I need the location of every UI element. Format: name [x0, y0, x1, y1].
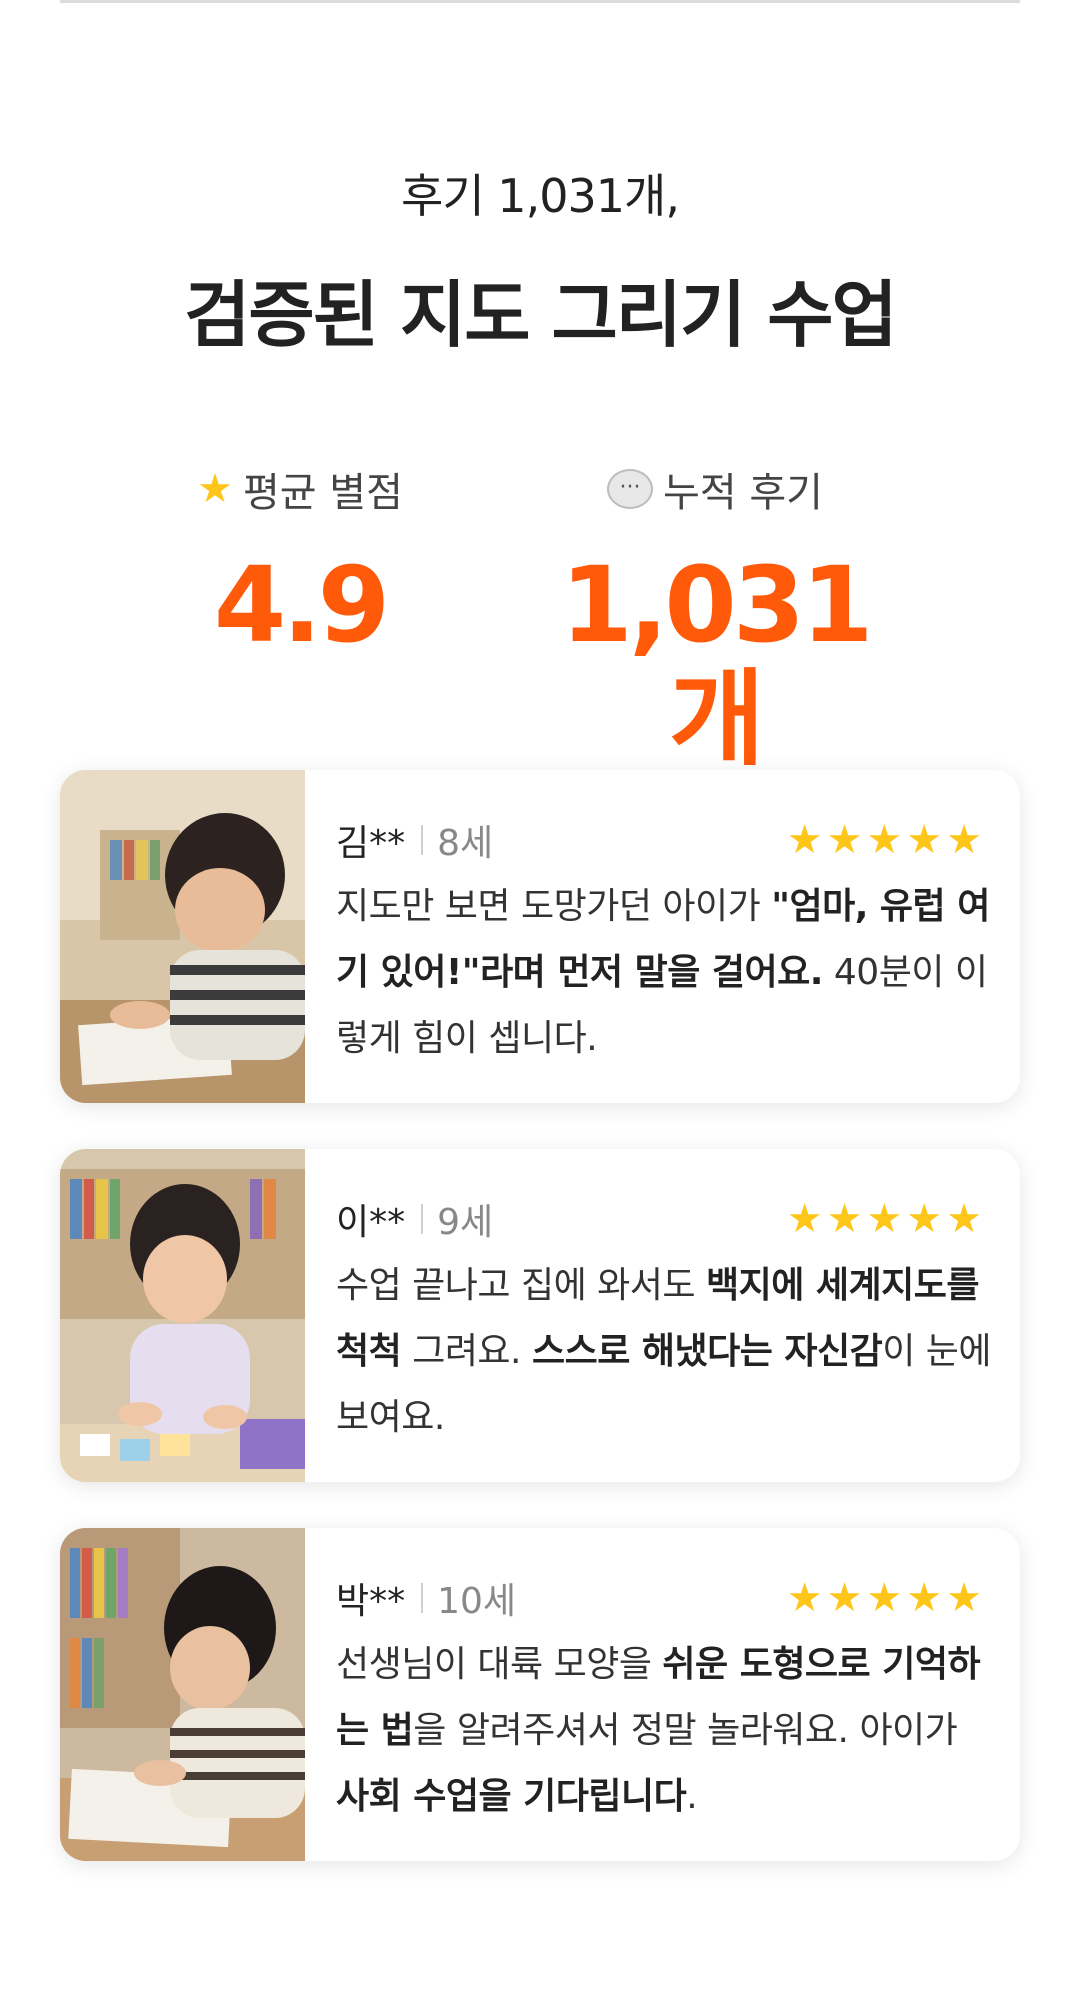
star-icon: ★	[866, 817, 903, 863]
star-icon: ★	[866, 1196, 903, 1242]
average-rating-value: 4.9	[213, 544, 390, 666]
separator	[421, 1204, 424, 1234]
review-text: 지도만 보면 도망가던 아이가 "엄마, 유럽 여기 있어!"라며 먼저 말을 …	[336, 874, 994, 1072]
top-divider	[60, 0, 1020, 3]
reviewer-name: 이**	[336, 1202, 406, 1243]
review-text-highlight: 사회 수업을 기다립니다	[336, 1776, 687, 1817]
average-rating-label: 평균 별점	[242, 470, 403, 516]
review-body: 박** 10세 ★ ★ ★ ★ ★ 선생님이 대륙 모양을 쉬운 도형으로 기억하는 법…	[336, 1572, 994, 1830]
star-icon: ★	[786, 1196, 823, 1242]
star-icon: ★	[946, 1575, 982, 1621]
review-header: 박** 10세 ★ ★ ★ ★ ★	[336, 1572, 994, 1624]
review-card: 이** 9세 ★ ★ ★ ★ ★ 수업 끝나고 집에 와서도 백지에 세계지도를 척척 …	[60, 1149, 1020, 1482]
review-text: 선생님이 대륙 모양을 쉬운 도형으로 기억하는 법을 알려주셔서 정말 놀라워…	[336, 1632, 994, 1830]
review-text-segment: .	[686, 1776, 698, 1817]
review-text-segment: 지도만 보면 도망가던 아이가	[336, 886, 772, 927]
review-text: 수업 끝나고 집에 와서도 백지에 세계지도를 척척 그려요. 스스로 해냈다는…	[336, 1253, 994, 1451]
review-header: 이** 9세 ★ ★ ★ ★ ★	[336, 1193, 994, 1245]
separator	[421, 825, 424, 855]
hero-section: 후기 1,031개, 검증된 지도 그리기 수업	[0, 160, 1080, 361]
reviewer-age: 8세	[437, 823, 494, 864]
total-reviews-label-row: ··· 누적 후기	[520, 460, 910, 518]
review-text-segment: 선생님이 대륙 모양을	[336, 1644, 663, 1685]
reviewer-age: 9세	[437, 1202, 494, 1243]
star-icon: ★	[826, 1196, 863, 1242]
separator	[421, 1583, 424, 1613]
speech-bubble-icon: ···	[607, 469, 654, 509]
review-body: 김** 8세 ★ ★ ★ ★ ★ 지도만 보면 도망가던 아이가 "엄마, 유럽 여기 …	[336, 814, 994, 1072]
star-icon: ★	[906, 1575, 943, 1621]
star-rating: ★ ★ ★ ★ ★	[787, 1578, 982, 1618]
reviewer-age: 10세	[437, 1581, 517, 1622]
star-icon: ★	[906, 1196, 943, 1242]
reviewer-name: 박**	[336, 1581, 406, 1622]
review-text-segment: 그려요.	[401, 1331, 532, 1372]
review-body: 이** 9세 ★ ★ ★ ★ ★ 수업 끝나고 집에 와서도 백지에 세계지도를 척척 …	[336, 1193, 994, 1451]
star-icon: ★	[866, 1575, 903, 1621]
star-rating: ★ ★ ★ ★ ★	[787, 1199, 982, 1239]
review-card: 김** 8세 ★ ★ ★ ★ ★ 지도만 보면 도망가던 아이가 "엄마, 유럽 여기 …	[60, 770, 1020, 1103]
star-icon: ★	[786, 817, 823, 863]
star-icon: ★	[197, 466, 233, 512]
total-reviews-label: 누적 후기	[663, 470, 823, 516]
average-rating-label-row: ★ 평균 별점	[170, 460, 430, 518]
total-reviews-stat: ··· 누적 후기 1,031개	[520, 460, 910, 777]
review-text-highlight: 스스로 해냈다는 자신감	[531, 1331, 883, 1372]
total-reviews-value: 1,031개	[560, 544, 874, 781]
star-icon: ★	[826, 817, 863, 863]
hero-subtitle: 후기 1,031개,	[401, 169, 680, 223]
star-icon: ★	[946, 817, 982, 863]
review-card: 박** 10세 ★ ★ ★ ★ ★ 선생님이 대륙 모양을 쉬운 도형으로 기억하는 법…	[60, 1528, 1020, 1861]
star-rating: ★ ★ ★ ★ ★	[787, 820, 982, 860]
star-icon: ★	[906, 817, 943, 863]
review-header: 김** 8세 ★ ★ ★ ★ ★	[336, 814, 994, 866]
review-photo-girl-puzzle	[60, 1149, 305, 1482]
reviewer-name: 김**	[336, 823, 406, 864]
review-photo-girl-writing	[60, 1528, 305, 1861]
hero-title: 검증된 지도 그리기 수업	[184, 273, 898, 357]
star-icon: ★	[826, 1575, 863, 1621]
review-text-segment: 수업 끝나고 집에 와서도	[336, 1265, 706, 1306]
star-icon: ★	[946, 1196, 982, 1242]
average-rating-stat: ★ 평균 별점 4.9	[170, 460, 430, 662]
review-photo-boy-drawing	[60, 770, 305, 1103]
review-text-segment: 을 알려주셔서 정말 놀라워요. 아이가	[413, 1710, 958, 1751]
star-icon: ★	[786, 1575, 823, 1621]
